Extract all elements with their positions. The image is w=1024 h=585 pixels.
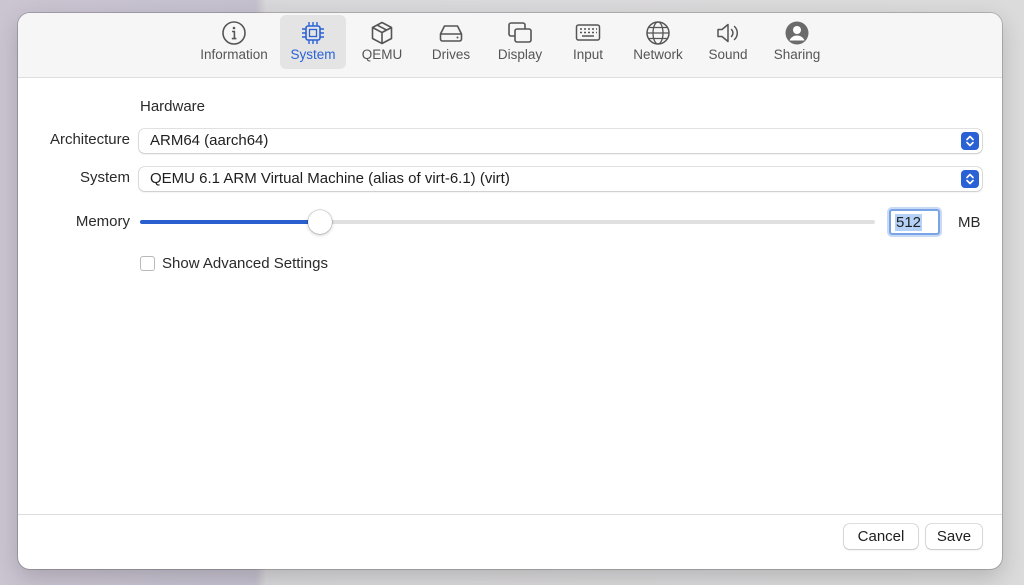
tab-system[interactable]: System bbox=[280, 15, 346, 69]
memory-slider[interactable] bbox=[140, 210, 875, 234]
system-settings-pane: Hardware Architecture ARM64 (aarch64) Sy… bbox=[18, 78, 1002, 514]
tab-input[interactable]: Input bbox=[564, 15, 612, 69]
keyboard-icon bbox=[574, 20, 602, 46]
tab-label: QEMU bbox=[361, 47, 403, 62]
footer-divider bbox=[18, 514, 1002, 515]
memory-label: Memory bbox=[75, 213, 130, 230]
tab-qemu[interactable]: QEMU bbox=[354, 15, 410, 69]
section-title-hardware: Hardware bbox=[140, 98, 206, 115]
tab-network[interactable]: Network bbox=[627, 15, 689, 69]
tab-sound[interactable]: Sound bbox=[703, 15, 753, 69]
architecture-select[interactable]: ARM64 (aarch64) bbox=[139, 129, 982, 153]
memory-input[interactable]: 512 bbox=[889, 209, 940, 235]
tab-sharing[interactable]: Sharing bbox=[768, 15, 826, 69]
settings-window: Information System QEMU Drives Display I… bbox=[18, 13, 1002, 569]
display-windows-icon bbox=[506, 20, 534, 46]
tab-label: Information bbox=[200, 47, 268, 62]
cancel-button[interactable]: Cancel bbox=[844, 524, 918, 549]
system-label: System bbox=[79, 169, 130, 186]
tab-label: Display bbox=[497, 47, 543, 62]
save-button[interactable]: Save bbox=[926, 524, 982, 549]
tab-drives[interactable]: Drives bbox=[423, 15, 479, 69]
tab-label: Drives bbox=[431, 47, 471, 62]
memory-unit-label: MB bbox=[958, 214, 981, 231]
toolbar: Information System QEMU Drives Display I… bbox=[18, 13, 1002, 78]
show-advanced-checkbox[interactable] bbox=[140, 256, 155, 271]
system-value: QEMU 6.1 ARM Virtual Machine (alias of v… bbox=[150, 170, 510, 187]
memory-slider-knob[interactable] bbox=[308, 210, 333, 234]
tab-label: System bbox=[290, 47, 336, 62]
info-circle-icon bbox=[220, 20, 248, 46]
chevron-up-down-icon bbox=[961, 170, 979, 188]
tab-label: Network bbox=[633, 47, 683, 62]
tab-information[interactable]: Information bbox=[193, 15, 275, 69]
speaker-icon bbox=[714, 20, 742, 46]
memory-value: 512 bbox=[895, 214, 923, 231]
drive-icon bbox=[437, 20, 465, 46]
cpu-chip-icon bbox=[299, 20, 327, 46]
cube-icon bbox=[368, 20, 396, 46]
show-advanced-label[interactable]: Show Advanced Settings bbox=[162, 255, 328, 272]
architecture-label: Architecture bbox=[49, 131, 130, 148]
chevron-up-down-icon bbox=[961, 132, 979, 150]
person-circle-icon bbox=[783, 20, 811, 46]
tab-label: Sound bbox=[708, 47, 748, 62]
tab-display[interactable]: Display bbox=[490, 15, 550, 69]
tab-label: Sharing bbox=[773, 47, 821, 62]
tab-label: Input bbox=[572, 47, 604, 62]
globe-icon bbox=[644, 20, 672, 46]
memory-slider-fill bbox=[140, 220, 321, 224]
system-select[interactable]: QEMU 6.1 ARM Virtual Machine (alias of v… bbox=[139, 167, 982, 191]
architecture-value: ARM64 (aarch64) bbox=[150, 132, 269, 149]
